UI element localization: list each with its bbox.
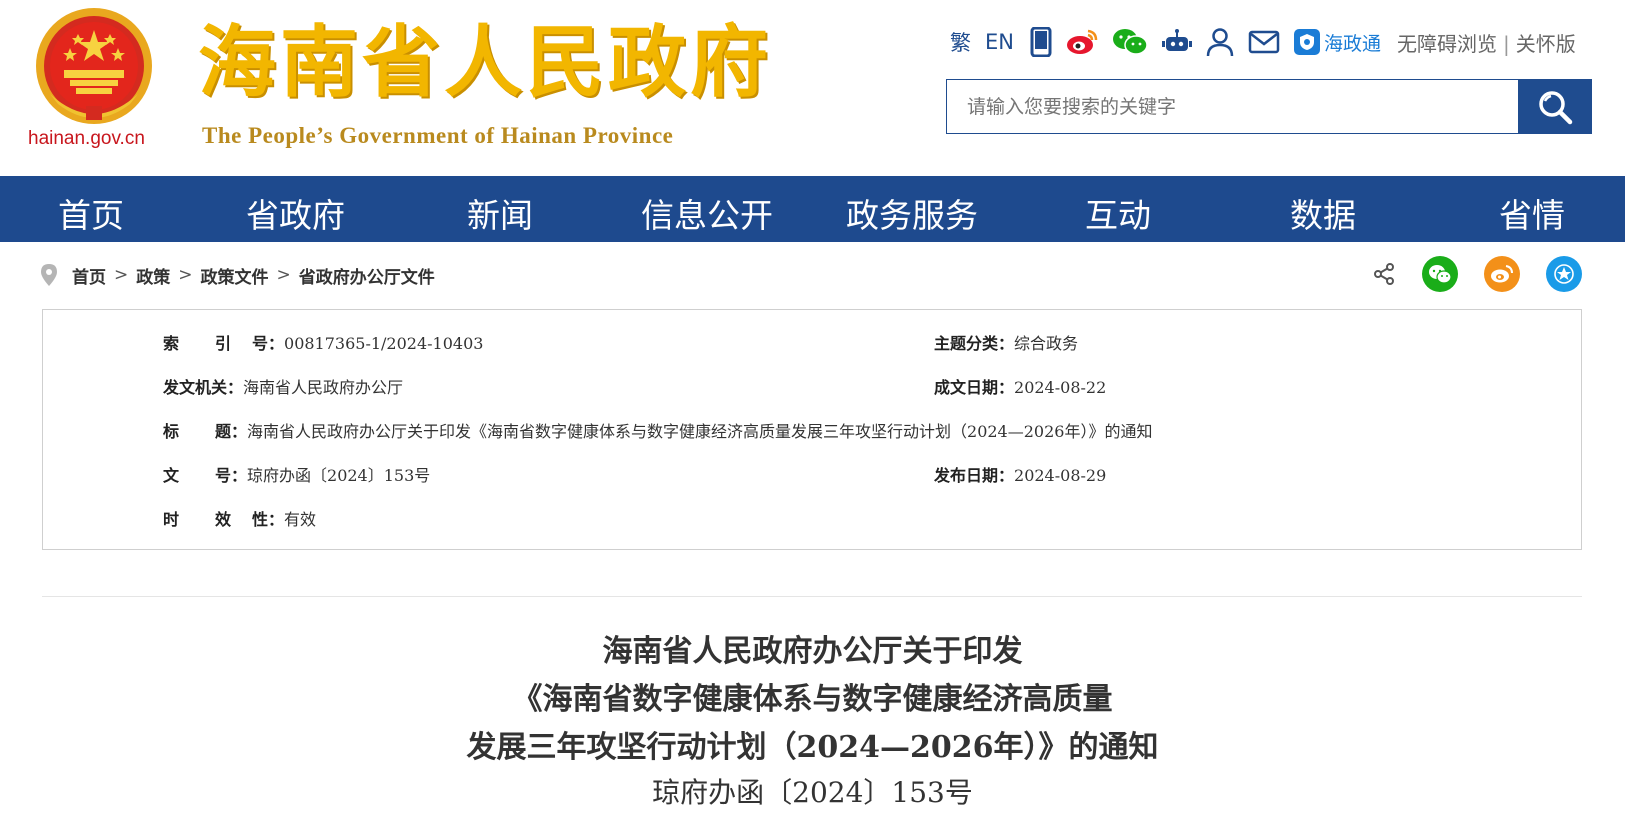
- haizhengtong-icon: [1293, 29, 1320, 55]
- share-weibo-button[interactable]: [1484, 256, 1520, 292]
- site-subtitle: The People’s Government of Hainan Provin…: [202, 123, 674, 148]
- info-docno-label: 文号：: [163, 466, 248, 485]
- info-docno-value: 琼府办函〔2024〕153号: [247, 466, 431, 485]
- nav-government[interactable]: 省政府: [246, 189, 345, 237]
- info-topic-row: 主题分类：综合政务: [934, 330, 1078, 354]
- header-toolbar: 繁 EN 海政通 无障碍浏览 | 关怀版: [950, 22, 1576, 62]
- info-issuer-row: 发文机关：海南省人民政府办公厅: [163, 374, 403, 398]
- search-button[interactable]: [1518, 79, 1592, 134]
- nav-disclosure[interactable]: 信息公开: [641, 189, 773, 237]
- share-icon[interactable]: [1372, 262, 1396, 286]
- info-title-row: 标题：海南省人民政府办公厅关于印发《海南省数字健康体系与数字健康经济高质量发展三…: [163, 418, 1152, 442]
- info-index-label: 索引号：: [163, 334, 285, 353]
- info-publish-row: 发布日期：2024-08-29: [934, 462, 1106, 486]
- user-icon[interactable]: [1206, 27, 1234, 57]
- traditional-chinese-link[interactable]: 繁: [950, 27, 971, 57]
- info-validity-label: 时效性：: [163, 510, 285, 529]
- mail-icon[interactable]: [1248, 30, 1280, 54]
- weibo-icon[interactable]: [1066, 28, 1098, 56]
- haizhengtong-label: 海政通: [1323, 32, 1381, 55]
- wechat-icon[interactable]: [1112, 28, 1148, 56]
- search-icon: [1539, 90, 1573, 124]
- star-icon: [1554, 264, 1574, 284]
- mobile-icon[interactable]: [1030, 27, 1052, 57]
- nav-home[interactable]: 首页: [58, 189, 124, 237]
- info-date-row: 成文日期：2024-08-22: [934, 374, 1106, 398]
- document-info-panel: 索引号：00817365-1/2024-10403 主题分类：综合政务 发文机关…: [42, 309, 1582, 550]
- breadcrumb-policy-files[interactable]: 政策文件: [201, 263, 269, 288]
- accessibility-links: 无障碍浏览 | 关怀版: [1397, 28, 1576, 57]
- document-number: 琼府办函〔2024〕153号: [652, 776, 973, 809]
- search-input[interactable]: [947, 80, 1518, 133]
- nav-news[interactable]: 新闻: [467, 189, 533, 237]
- site-domain: hainan.gov.cn: [28, 128, 145, 149]
- nav-province[interactable]: 省情: [1499, 189, 1565, 237]
- info-publish-value: 2024-08-29: [1014, 466, 1107, 485]
- nav-services[interactable]: 政务服务: [846, 189, 978, 237]
- wechat-icon: [1429, 265, 1452, 284]
- nav-interaction[interactable]: 互动: [1085, 189, 1151, 237]
- info-validity-row: 时效性：有效: [163, 506, 316, 530]
- info-title-value: 海南省人民政府办公厅关于印发《海南省数字健康体系与数字健康经济高质量发展三年攻坚…: [247, 422, 1153, 441]
- document-title-line: 海南省人民政府办公厅关于印发: [602, 634, 1023, 669]
- info-issuer-value: 海南省人民政府办公厅: [243, 378, 404, 397]
- favorite-button[interactable]: [1546, 256, 1582, 292]
- nav-data[interactable]: 数据: [1290, 189, 1356, 237]
- info-validity-value: 有效: [284, 510, 317, 529]
- info-topic-value: 综合政务: [1014, 334, 1079, 353]
- breadcrumb-separator: >: [114, 265, 129, 285]
- document-title-line: 《海南省数字健康体系与数字健康经济高质量: [512, 682, 1113, 717]
- document-title-line: 发展三年攻坚行动计划（2024—2026年）》的通知: [466, 730, 1159, 765]
- info-topic-label: 主题分类：: [934, 334, 1015, 353]
- breadcrumb: 首页 > 政策 > 政策文件 > 省政府办公厅文件: [40, 262, 435, 288]
- info-date-value: 2024-08-22: [1014, 378, 1107, 397]
- document-title: 海南省人民政府办公厅关于印发 《海南省数字健康体系与数字健康经济高质量 发展三年…: [0, 628, 1625, 814]
- search-box: [946, 79, 1518, 134]
- breadcrumb-separator: >: [178, 265, 193, 285]
- breadcrumb-policy[interactable]: 政策: [136, 263, 170, 288]
- info-issuer-label: 发文机关：: [163, 378, 244, 397]
- weibo-icon: [1491, 265, 1513, 283]
- breadcrumb-separator: >: [276, 265, 291, 285]
- share-wechat-button[interactable]: [1422, 256, 1458, 292]
- breadcrumb-home[interactable]: 首页: [72, 263, 106, 288]
- location-pin-icon: [40, 263, 58, 287]
- info-title-label: 标题：: [163, 422, 248, 441]
- main-nav: 首页 省政府 新闻 信息公开 政务服务 互动 数据 省情: [0, 176, 1625, 242]
- site-title[interactable]: 海南省人民政府: [198, 18, 772, 108]
- content-divider: [42, 596, 1582, 597]
- share-bar: [1372, 256, 1582, 292]
- info-docno-row: 文号：琼府办函〔2024〕153号: [163, 462, 430, 486]
- site-header: hainan.gov.cn 海南省人民政府 The People’s Gover…: [0, 0, 1625, 178]
- robot-icon[interactable]: [1161, 28, 1192, 56]
- info-index-row: 索引号：00817365-1/2024-10403: [163, 330, 483, 354]
- info-index-value: 00817365-1/2024-10403: [284, 334, 484, 353]
- accessible-browsing-link[interactable]: 无障碍浏览: [1397, 32, 1497, 56]
- info-date-label: 成文日期：: [934, 378, 1015, 397]
- haizhengtong-link[interactable]: 海政通: [1293, 29, 1381, 56]
- care-mode-link[interactable]: 关怀版: [1516, 32, 1576, 56]
- english-link[interactable]: EN: [985, 30, 1014, 54]
- info-publish-label: 发布日期：: [934, 466, 1015, 485]
- national-emblem-icon: [36, 8, 152, 124]
- toolbar-separator: |: [1503, 31, 1510, 56]
- breadcrumb-office-files[interactable]: 省政府办公厅文件: [299, 263, 435, 288]
